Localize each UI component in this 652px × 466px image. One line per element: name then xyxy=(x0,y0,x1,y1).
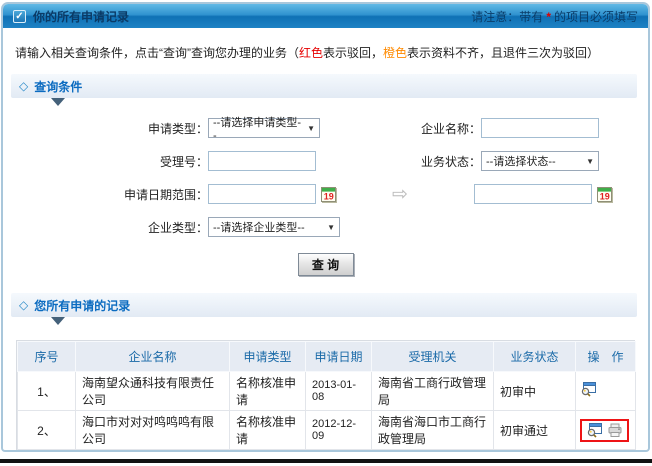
query-section-header: ◇ 查询条件 xyxy=(11,74,637,98)
row-org: 海南省海口市工商行政管理局 xyxy=(371,410,494,450)
intro-red-label: 红色 xyxy=(299,46,324,60)
date-range-arrow-icon: ⇨ xyxy=(392,183,408,205)
intro-part2: 表示驳回， xyxy=(323,46,384,60)
biz-status-label: 业务状态： xyxy=(420,154,481,169)
row-operations xyxy=(575,371,636,411)
biz-status-select[interactable]: --请选择状态-- xyxy=(481,151,599,171)
date-to-input[interactable] xyxy=(473,184,592,204)
row-operations xyxy=(575,410,636,450)
calendar-to-icon[interactable]: 19 xyxy=(596,186,612,202)
apply-type-label: 申请类型： xyxy=(147,121,208,136)
accept-no-label: 受理号： xyxy=(159,154,208,169)
required-note: 请注意：带有 * 的项目必须填写 xyxy=(471,8,638,25)
records-table-container: 序号 企业名称 申请类型 申请日期 受理机关 业务状态 操 作 1、 海南望众通 xyxy=(16,340,636,450)
diamond-icon: ◇ xyxy=(19,79,29,93)
row-no: 1、 xyxy=(17,371,76,411)
col-header-company: 企业名称 xyxy=(75,341,230,372)
row-date: 2013-01-08 xyxy=(305,371,372,411)
intro-text: 请输入相关查询条件，点击“查询”查询您办理的业务（红色表示驳回，橙色表示资料不齐… xyxy=(15,44,638,61)
company-type-label: 企业类型： xyxy=(147,220,208,235)
company-type-select[interactable]: --请选择企业类型-- xyxy=(208,217,340,237)
svg-text:19: 19 xyxy=(324,191,334,201)
note-suffix: 的项目必须填写 xyxy=(553,9,638,24)
section-pointer-icon xyxy=(51,317,65,325)
row-company: 海南望众通科技有限责任公司 xyxy=(75,371,230,411)
row-company: 海口市对对对鸣鸣鸣有限公司 xyxy=(75,410,230,450)
row-status: 初审通过 xyxy=(493,410,576,450)
col-header-ops: 操 作 xyxy=(575,341,636,372)
date-range-label: 申请日期范围： xyxy=(123,187,208,202)
view-detail-icon[interactable] xyxy=(586,422,602,438)
row-status: 初审中 xyxy=(493,371,576,411)
highlight-box xyxy=(580,418,629,442)
query-section-title: 查询条件 xyxy=(34,79,83,94)
company-name-label: 企业名称： xyxy=(420,121,481,136)
required-asterisk: * xyxy=(546,9,551,24)
table-header-row: 序号 企业名称 申请类型 申请日期 受理机关 业务状态 操 作 xyxy=(17,341,636,372)
table-row: 2、 海口市对对对鸣鸣鸣有限公司 名称核准申请 2012-12-09 海南省海口… xyxy=(17,410,636,450)
intro-part1: 请输入相关查询条件，点击“查询”查询您办理的业务（ xyxy=(15,46,299,60)
main-panel: ✓ 你的所有申请记录 请注意：带有 * 的项目必须填写 请输入相关查询条件，点击“查… xyxy=(1,2,650,452)
title-group: ✓ 你的所有申请记录 xyxy=(13,8,129,25)
window-bottom-edge xyxy=(0,459,652,463)
accept-no-input[interactable] xyxy=(208,151,316,171)
col-header-date: 申请日期 xyxy=(305,341,372,372)
intro-orange-label: 橙色 xyxy=(383,46,408,60)
col-header-status: 业务状态 xyxy=(493,341,576,372)
row-org: 海南省工商行政管理局 xyxy=(371,371,494,411)
note-prefix: 请注意：带有 xyxy=(471,9,544,24)
diamond-icon: ◇ xyxy=(19,298,29,312)
row-type: 名称核准申请 xyxy=(229,410,306,450)
col-header-type: 申请类型 xyxy=(229,341,306,372)
row-no: 2、 xyxy=(17,410,76,450)
apply-type-selected: --请选择申请类型-- xyxy=(213,117,301,142)
content-area: 请输入相关查询条件，点击“查询”查询您办理的业务（红色表示驳回，橙色表示资料不齐… xyxy=(3,44,648,450)
col-header-no: 序号 xyxy=(17,341,76,372)
form-row-1: 申请类型： --请选择申请类型-- 企业名称： xyxy=(13,117,638,142)
row-date: 2012-12-09 xyxy=(305,410,372,450)
page-title: 你的所有申请记录 xyxy=(33,9,130,24)
table-row: 1、 海南望众通科技有限责任公司 名称核准申请 2013-01-08 海南省工商… xyxy=(17,371,636,411)
button-row: 查 询 xyxy=(13,253,638,276)
view-detail-icon[interactable] xyxy=(580,382,596,397)
svg-text:19: 19 xyxy=(600,191,610,201)
page: ✓ 你的所有申请记录 请注意：带有 * 的项目必须填写 请输入相关查询条件，点击“查… xyxy=(0,0,652,466)
search-button[interactable]: 查 询 xyxy=(297,253,354,276)
checkbox-icon: ✓ xyxy=(13,9,26,23)
form-row-3: 申请日期范围： 19 ⇨ 19 xyxy=(13,183,638,205)
col-header-org: 受理机关 xyxy=(371,341,494,372)
print-icon[interactable] xyxy=(607,423,623,438)
apply-type-select[interactable]: --请选择申请类型-- xyxy=(208,117,320,142)
date-from-input[interactable] xyxy=(208,184,316,204)
row-type: 名称核准申请 xyxy=(229,371,306,411)
biz-status-selected: --请选择状态-- xyxy=(486,156,556,168)
form-row-2: 受理号： 业务状态： --请选择状态-- xyxy=(13,150,638,172)
calendar-from-icon[interactable]: 19 xyxy=(321,186,336,202)
records-section-title: 您所有申请的记录 xyxy=(34,298,131,313)
intro-part3: 表示资料不齐，且退件三次为驳回） xyxy=(407,46,600,60)
section-pointer-icon xyxy=(51,98,65,106)
title-bar: ✓ 你的所有申请记录 请注意：带有 * 的项目必须填写 xyxy=(3,4,648,28)
records-section-header: ◇ 您所有申请的记录 xyxy=(11,293,637,317)
company-type-selected: --请选择企业类型-- xyxy=(213,222,305,234)
records-table: 序号 企业名称 申请类型 申请日期 受理机关 业务状态 操 作 1、 海南望众通 xyxy=(17,341,636,450)
query-form: 申请类型： --请选择申请类型-- 企业名称： 受理号： 业务状态： --请选择… xyxy=(13,117,638,238)
company-name-input[interactable] xyxy=(481,118,599,138)
form-row-4: 企业类型： --请选择企业类型-- xyxy=(13,216,638,238)
